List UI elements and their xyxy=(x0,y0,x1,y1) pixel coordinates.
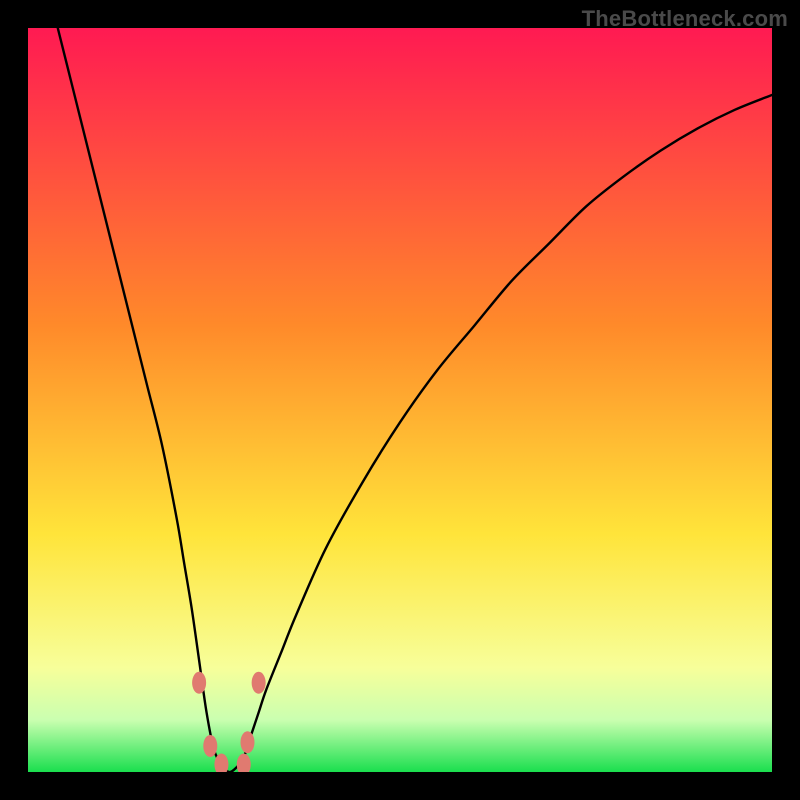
plot-svg xyxy=(28,28,772,772)
chart-frame: TheBottleneck.com xyxy=(0,0,800,800)
gradient-background xyxy=(28,28,772,772)
marker-right-upper xyxy=(252,672,266,694)
marker-right-lower xyxy=(240,731,254,753)
watermark-text: TheBottleneck.com xyxy=(582,6,788,32)
marker-left-upper xyxy=(192,672,206,694)
plot-area xyxy=(28,28,772,772)
marker-left-lower xyxy=(203,735,217,757)
